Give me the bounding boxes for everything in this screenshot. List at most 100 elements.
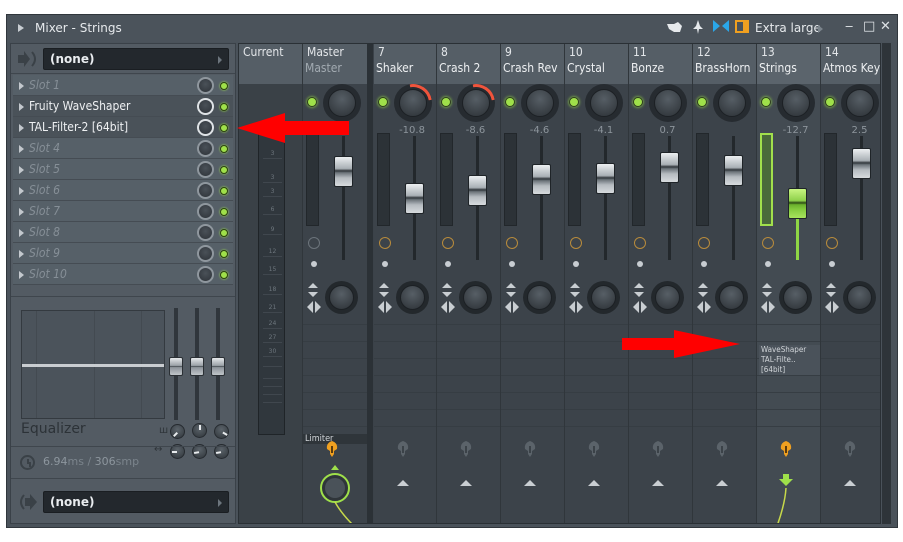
track-header[interactable]: 11 Bonze: [629, 44, 692, 84]
track-header[interactable]: 7 Shaker: [374, 44, 436, 84]
swap-polarity-icon[interactable]: [441, 283, 453, 297]
volume-fader[interactable]: [724, 154, 743, 186]
pan-knob[interactable]: [713, 84, 751, 122]
track-header[interactable]: 9 Crash Rev: [501, 44, 564, 84]
effect-slot-7[interactable]: Slot 7: [13, 201, 233, 222]
slot-mix-knob[interactable]: [197, 266, 214, 283]
route-to-master-icon[interactable]: [524, 441, 536, 457]
stereo-separation-icon[interactable]: [441, 301, 455, 313]
slot-enable-led[interactable]: [220, 229, 228, 237]
slot-menu-arrow-icon[interactable]: [19, 124, 24, 132]
route-to-master-icon[interactable]: [844, 441, 856, 457]
send-arrow-icon[interactable]: [524, 480, 536, 486]
volume-fader-track[interactable]: [342, 136, 345, 260]
route-to-master-icon[interactable]: [460, 441, 472, 457]
latency-clock-icon[interactable]: [442, 237, 454, 249]
route-to-master-icon[interactable]: [326, 441, 338, 457]
audio-output-select[interactable]: (none): [43, 491, 229, 513]
latency-clock-icon[interactable]: [762, 237, 774, 249]
slot-mix-knob[interactable]: [197, 98, 214, 115]
swap-polarity-icon[interactable]: [761, 283, 773, 297]
title-bar[interactable]: Mixer - Strings Extra large ‒ □ ✕: [7, 15, 897, 42]
track-enable-led[interactable]: [825, 97, 835, 107]
latency-clock-icon[interactable]: [379, 237, 391, 249]
pan-knob[interactable]: [649, 84, 687, 122]
track-enable-led[interactable]: [505, 97, 515, 107]
slot-mix-knob[interactable]: [197, 119, 214, 136]
stereo-separation-knob[interactable]: [843, 281, 876, 314]
effect-slot-10[interactable]: Slot 10: [13, 264, 233, 285]
stereo-separation-icon[interactable]: [825, 301, 839, 313]
eq-high-fader[interactable]: [211, 357, 225, 376]
volume-fader[interactable]: [852, 148, 871, 180]
stereo-dot-icon[interactable]: [445, 261, 451, 267]
slot-mix-knob[interactable]: [197, 245, 214, 262]
slot-mix-knob[interactable]: [197, 224, 214, 241]
mixer-track-10[interactable]: 10 Crystal -4.1: [565, 44, 629, 523]
effect-slot-8[interactable]: Slot 8: [13, 222, 233, 243]
stereo-separation-icon[interactable]: [307, 301, 321, 313]
eq-high-freq-knob[interactable]: [214, 424, 229, 439]
swap-polarity-icon[interactable]: [307, 283, 319, 297]
latency-clock-icon[interactable]: [698, 237, 710, 249]
slot-mix-knob[interactable]: [197, 77, 214, 94]
stereo-dot-icon[interactable]: [573, 261, 579, 267]
volume-fader[interactable]: [532, 163, 551, 195]
stereo-separation-knob[interactable]: [587, 281, 620, 314]
stereo-separation-icon[interactable]: [569, 301, 583, 313]
volume-fader[interactable]: [788, 188, 807, 220]
volume-fader[interactable]: [596, 162, 615, 194]
track-header[interactable]: Master Master: [303, 44, 367, 84]
stereo-separation-icon[interactable]: [378, 301, 392, 313]
stereo-dot-icon[interactable]: [637, 261, 643, 267]
route-to-master-icon[interactable]: [652, 441, 664, 457]
stereo-separation-knob[interactable]: [715, 281, 748, 314]
minimize-icon[interactable]: ‒: [845, 19, 853, 34]
volume-fader[interactable]: [660, 151, 679, 183]
slot-menu-arrow-icon[interactable]: [19, 82, 24, 90]
bowtie-link-icon[interactable]: [713, 20, 729, 36]
slot-enable-led[interactable]: [220, 82, 228, 90]
mixer-track-12[interactable]: 12 BrassHorn: [693, 44, 757, 523]
swap-polarity-icon[interactable]: [505, 283, 517, 297]
send-arrow-icon[interactable]: [397, 480, 409, 486]
latency-clock-icon[interactable]: [506, 237, 518, 249]
slot-mix-knob[interactable]: [197, 203, 214, 220]
slot-enable-led[interactable]: [220, 271, 228, 279]
stereo-separation-knob[interactable]: [651, 281, 684, 314]
volume-fader[interactable]: [334, 156, 353, 188]
stereo-separation-knob[interactable]: [325, 281, 358, 314]
audio-input-select[interactable]: (none): [43, 48, 229, 70]
effect-slot-5[interactable]: Slot 5: [13, 159, 233, 180]
slot-menu-arrow-icon[interactable]: [19, 250, 24, 258]
stereo-separation-icon[interactable]: [505, 301, 519, 313]
slot-mix-knob[interactable]: [197, 182, 214, 199]
track-enable-led[interactable]: [378, 97, 388, 107]
slot-enable-led[interactable]: [220, 208, 228, 216]
swap-polarity-icon[interactable]: [633, 283, 645, 297]
effect-slot-2[interactable]: Fruity WaveShaper: [13, 96, 233, 117]
track-header[interactable]: 13 Strings: [757, 44, 820, 84]
latency-readout[interactable]: 6.94ms / 306smp: [43, 455, 139, 468]
eq-graph[interactable]: [21, 310, 165, 419]
slot-enable-led[interactable]: [220, 166, 228, 174]
stereo-dot-icon[interactable]: [829, 261, 835, 267]
pan-knob[interactable]: [841, 84, 879, 122]
track-header[interactable]: 10 Crystal: [565, 44, 628, 84]
track-enable-led[interactable]: [569, 97, 579, 107]
stereo-separation-icon[interactable]: [633, 301, 647, 313]
effect-slot-4[interactable]: Slot 4: [13, 138, 233, 159]
track-enable-led[interactable]: [441, 97, 451, 107]
send-to-master-arrow-icon[interactable]: [777, 474, 801, 524]
track-enable-led[interactable]: [307, 97, 317, 107]
pin-icon[interactable]: [691, 20, 705, 36]
stereo-separation-knob[interactable]: [779, 281, 812, 314]
slot-mix-knob[interactable]: [197, 140, 214, 157]
send-arrow-icon[interactable]: [460, 480, 472, 486]
pan-knob[interactable]: [777, 84, 815, 122]
size-menu-arrow-icon[interactable]: [818, 25, 823, 33]
send-arrow-icon[interactable]: [716, 480, 728, 486]
eq-mid-freq-knob[interactable]: [192, 423, 207, 438]
route-to-master-icon[interactable]: [397, 441, 409, 457]
slot-menu-arrow-icon[interactable]: [19, 271, 24, 279]
